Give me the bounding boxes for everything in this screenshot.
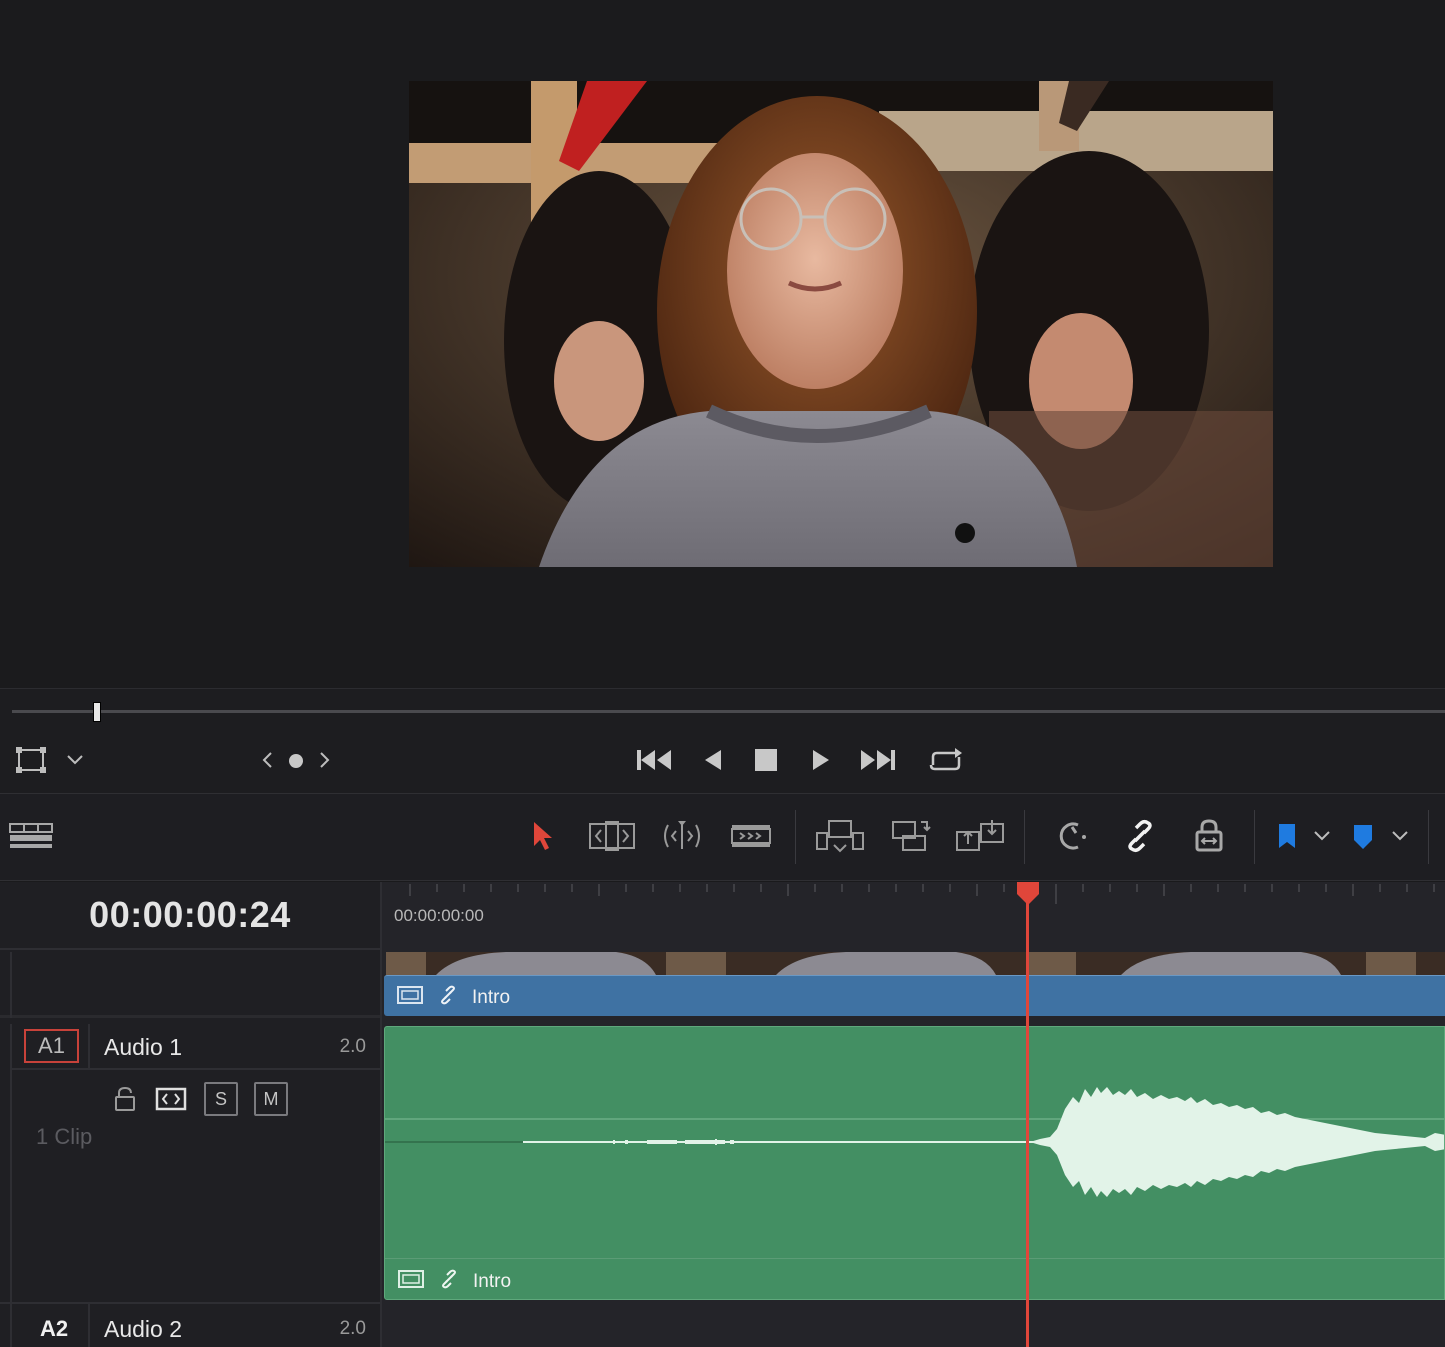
playhead-line[interactable] (1026, 882, 1029, 1347)
viewer-panel (0, 0, 1445, 688)
position-lock-icon[interactable] (1188, 816, 1230, 856)
lock-track-icon[interactable] (110, 1082, 140, 1116)
audio-1-track-name[interactable]: Audio 1 (104, 1034, 182, 1061)
audio-1-channel-format: 2.0 (339, 1036, 366, 1057)
audio-1-header-row: A1 Audio 1 2.0 (12, 1024, 380, 1070)
viewer-scrubber-handle[interactable] (93, 702, 101, 722)
overwrite-clip-icon[interactable] (888, 816, 932, 856)
flag-dropdown-chevron-icon[interactable] (1310, 816, 1334, 856)
linked-selection-icon[interactable] (1120, 816, 1160, 856)
video-clip[interactable]: Intro (384, 975, 1445, 1016)
audio-1-clip-count: 1 Clip (36, 1124, 93, 1149)
chevron-down-icon[interactable] (64, 749, 86, 771)
jump-to-start-icon[interactable] (634, 745, 674, 775)
audio-2-track-header[interactable]: A2 Audio 2 2.0 (0, 1302, 380, 1347)
solo-button[interactable]: S (204, 1082, 238, 1116)
audio-clip-label: Intro (397, 1269, 511, 1295)
transport-controls (0, 739, 1445, 785)
jump-to-end-icon[interactable] (858, 745, 898, 775)
video-track: Intro (384, 952, 1445, 1020)
timeline-ruler[interactable]: 00:00:00:00 (384, 882, 1445, 952)
previous-keyframe-icon[interactable] (258, 749, 276, 771)
audio-waveform (385, 1087, 1444, 1197)
track-header-edge (10, 1304, 12, 1347)
ruler-start-timecode: 00:00:00:00 (394, 906, 484, 925)
snapping-icon[interactable] (1052, 816, 1092, 856)
header-divider (88, 1024, 90, 1070)
audio-2-track-name[interactable]: Audio 2 (104, 1316, 182, 1343)
toolbar-separator (1024, 810, 1025, 864)
flag-icon[interactable] (1272, 816, 1302, 856)
auto-track-select-icon[interactable] (154, 1082, 188, 1116)
transform-icon[interactable] (14, 743, 48, 777)
marker-dropdown-chevron-icon[interactable] (1388, 816, 1412, 856)
toolbar-separator (795, 810, 796, 864)
selection-arrow-icon[interactable] (526, 816, 558, 856)
audio-clip-type-icon (397, 1269, 425, 1295)
toolbar-separator (1428, 810, 1429, 864)
audio-2-channel-format: 2.0 (339, 1318, 366, 1339)
timeline-view-options-icon[interactable] (6, 816, 56, 856)
trim-edit-icon[interactable] (584, 816, 640, 856)
replace-clip-icon[interactable] (952, 816, 1008, 856)
edit-toolbar (0, 793, 1445, 881)
toolbar-separator (1254, 810, 1255, 864)
video-frame-image (409, 81, 1273, 567)
video-clip-thumbnails (386, 952, 1445, 975)
header-divider (88, 1304, 90, 1347)
video-track-header[interactable] (0, 952, 380, 1018)
viewer-transport-bar (0, 688, 1445, 793)
timeline-panel: 00:00:00:24 A1 Audio 1 2.0 S M 1 Clip A2… (0, 882, 1445, 1347)
blade-edit-icon[interactable] (728, 816, 774, 856)
next-keyframe-icon[interactable] (316, 749, 334, 771)
audio-1-clip[interactable]: Intro (384, 1026, 1445, 1300)
audio-2-destination-badge[interactable]: A2 (40, 1316, 68, 1342)
play-reverse-icon[interactable] (700, 745, 726, 775)
audio-clip-name: Intro (473, 1271, 512, 1292)
play-icon[interactable] (808, 745, 834, 775)
video-clip-label: Intro (396, 985, 510, 1011)
timeline-timecode[interactable]: 00:00:00:24 (0, 882, 380, 950)
video-frame (409, 81, 1273, 567)
marker-icon[interactable] (1348, 816, 1378, 856)
video-clip-name: Intro (472, 987, 511, 1008)
audio-2-track (384, 1302, 1445, 1347)
insert-clip-icon[interactable] (814, 816, 866, 856)
link-icon (439, 1269, 459, 1295)
link-icon (438, 985, 458, 1011)
video-clip-type-icon (396, 985, 424, 1011)
track-header-edge (10, 952, 12, 1018)
audio-1-clip-footer: Intro (385, 1258, 1444, 1299)
ruler-ticks (409, 884, 1435, 904)
stop-icon[interactable] (752, 746, 780, 774)
keyframe-dot-icon[interactable] (286, 751, 306, 771)
loop-icon[interactable] (926, 745, 966, 775)
audio-1-destination-badge[interactable]: A1 (24, 1029, 79, 1063)
mute-button[interactable]: M (254, 1082, 288, 1116)
playhead-handle[interactable] (1015, 882, 1041, 906)
audio-1-track-header[interactable]: A1 Audio 1 2.0 S M 1 Clip (0, 1024, 380, 1302)
dynamic-trim-icon[interactable] (656, 816, 708, 856)
viewer-scrubber-track[interactable] (12, 710, 1445, 713)
